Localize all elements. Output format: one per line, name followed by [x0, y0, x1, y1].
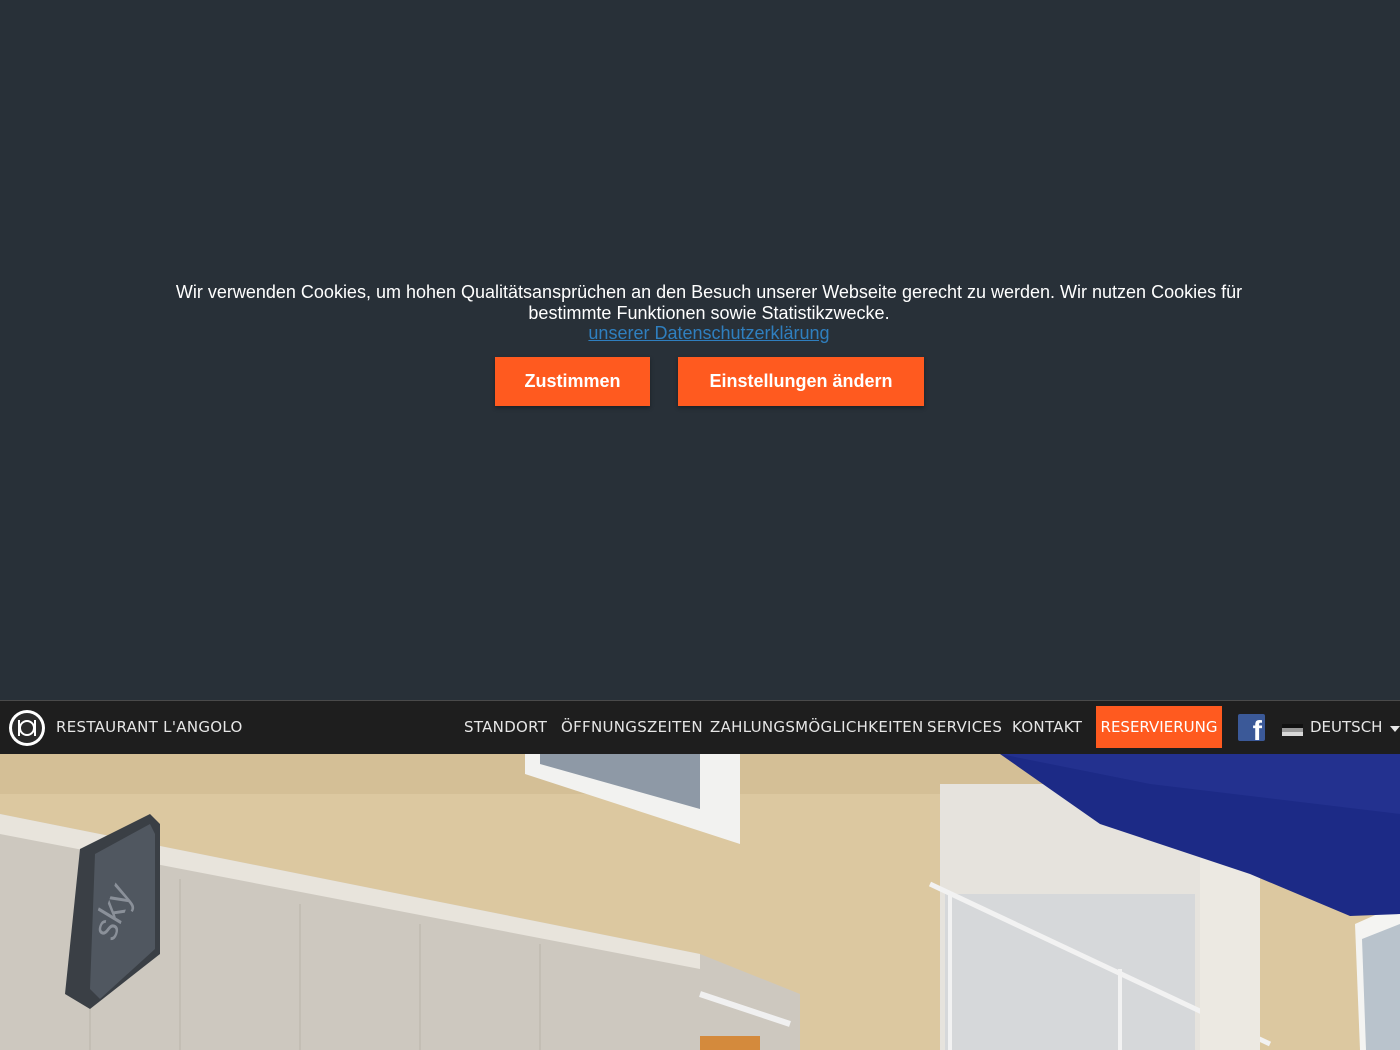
nav-item-kontakt[interactable]: KONTAKT	[1012, 718, 1082, 736]
nav-item-oeffnungszeiten[interactable]: ÖFFNUNGSZEITEN	[561, 718, 703, 736]
cookie-banner: Wir verwenden Cookies, um hohen Qualität…	[0, 0, 1400, 700]
german-flag-icon	[1282, 724, 1303, 736]
accept-cookies-button[interactable]: Zustimmen	[495, 357, 650, 406]
facebook-icon[interactable]: f	[1238, 714, 1265, 741]
building-facade-photo: sky	[0, 754, 1400, 1050]
change-settings-button[interactable]: Einstellungen ändern	[678, 357, 924, 406]
facebook-glyph: f	[1252, 715, 1262, 742]
plate-cutlery-icon[interactable]	[9, 710, 45, 746]
caret-down-icon[interactable]	[1390, 726, 1400, 732]
hero-image: sky	[0, 754, 1400, 1050]
language-selector[interactable]: DEUTSCH	[1310, 718, 1382, 736]
nav-item-zahlungsmoeglichkeiten[interactable]: ZAHLUNGSMÖGLICHKEITEN	[710, 718, 924, 736]
privacy-link-row: unserer Datenschutzerklärung	[0, 323, 1400, 344]
reservation-button[interactable]: RESERVIERUNG	[1096, 706, 1222, 748]
top-navbar: RESTAURANT L'ANGOLO STANDORT ÖFFNUNGSZEI…	[0, 700, 1400, 754]
nav-item-services[interactable]: SERVICES	[927, 718, 1002, 736]
cookie-message: Wir verwenden Cookies, um hohen Qualität…	[175, 282, 1243, 323]
brand-name[interactable]: RESTAURANT L'ANGOLO	[56, 718, 243, 736]
nav-item-standort[interactable]: STANDORT	[464, 718, 547, 736]
privacy-policy-link[interactable]: unserer Datenschutzerklärung	[588, 323, 829, 343]
